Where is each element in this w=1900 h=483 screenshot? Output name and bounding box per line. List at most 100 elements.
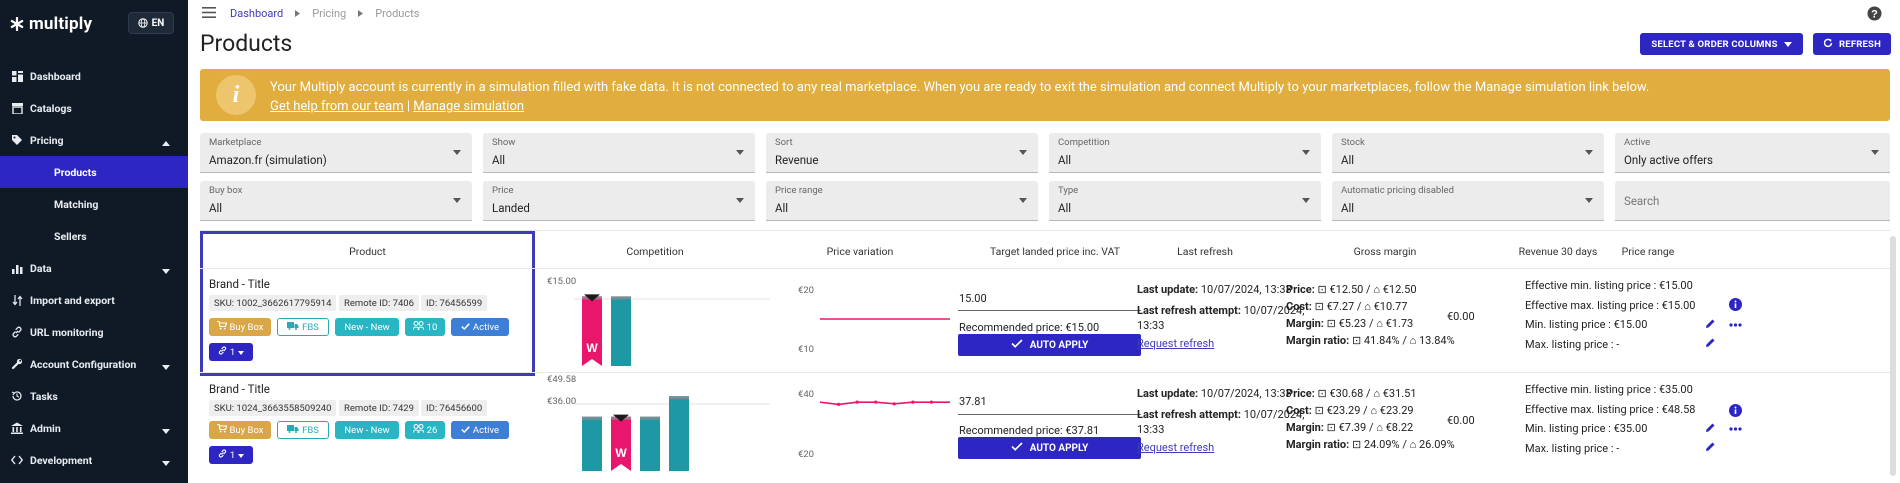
competition-chart[interactable]: W — [538, 374, 778, 474]
buy-box-badge[interactable]: Buy Box — [209, 318, 271, 336]
price-variation-chart[interactable] — [820, 283, 950, 355]
more-options-icon[interactable] — [1729, 317, 1742, 330]
brand-logo[interactable]: multiply — [10, 14, 92, 34]
edit-max-price-icon[interactable] — [1705, 441, 1716, 455]
column-header-target-price[interactable]: Target landed price inc. VAT — [955, 245, 1155, 258]
sidebar-item-development[interactable]: Development — [0, 444, 188, 476]
competitors-badge[interactable]: 10 — [405, 318, 445, 336]
links-dropdown-button[interactable]: 1 — [209, 446, 253, 464]
condition-badge[interactable]: New - New — [335, 318, 399, 336]
filter-type[interactable]: Type All — [1049, 181, 1321, 221]
column-header-product[interactable]: Product — [200, 245, 535, 258]
edit-min-price-icon[interactable] — [1705, 318, 1716, 332]
margin-price: Price: ⊡ €30.68 / ⌂ €31.51 — [1286, 387, 1417, 400]
select-columns-button[interactable]: SELECT & ORDER COLUMNS — [1640, 33, 1803, 55]
info-icon[interactable] — [1729, 298, 1742, 314]
active-badge[interactable]: Active — [451, 421, 509, 439]
info-icon[interactable] — [1729, 404, 1742, 420]
column-header-competition[interactable]: Competition — [540, 245, 770, 258]
competition-bar[interactable] — [669, 396, 689, 471]
competition-bar[interactable] — [611, 296, 631, 366]
edit-min-price-icon[interactable] — [1705, 422, 1716, 436]
filter-sort[interactable]: Sort Revenue — [766, 133, 1038, 173]
menu-icon[interactable] — [202, 7, 216, 21]
product-title[interactable]: Brand - Title — [209, 277, 270, 291]
price-point — [929, 400, 934, 404]
sidebar-item-sellers[interactable]: Sellers — [0, 220, 188, 252]
filter-stock[interactable]: Stock All — [1332, 133, 1604, 173]
competition-bar[interactable] — [640, 416, 660, 471]
sidebar-item-admin[interactable]: Admin — [0, 412, 188, 444]
column-header-last-refresh[interactable]: Last refresh — [1130, 245, 1280, 258]
buybox-winner-icon: W — [615, 446, 627, 460]
sidebar-item-products[interactable]: Products — [0, 156, 188, 188]
refresh-button[interactable]: REFRESH — [1813, 33, 1891, 55]
sidebar-item-catalogs[interactable]: Catalogs — [0, 92, 188, 124]
active-badge[interactable]: Active — [451, 318, 509, 336]
sidebar-item-data[interactable]: Data — [0, 252, 188, 284]
auto-apply-button[interactable]: AUTO APPLY — [958, 334, 1141, 356]
filter-price[interactable]: Price Landed — [483, 181, 755, 221]
buy-box-badge[interactable]: Buy Box — [209, 421, 271, 439]
request-refresh-link[interactable]: Request refresh — [1137, 441, 1214, 454]
competition-bar[interactable] — [582, 416, 602, 471]
breadcrumb-pricing[interactable]: Pricing — [312, 7, 346, 20]
links-dropdown-button[interactable]: 1 — [209, 343, 253, 361]
caret-down-icon — [736, 150, 744, 155]
column-header-gross-margin[interactable]: Gross margin — [1310, 245, 1460, 258]
home-icon: ⌂ — [1370, 404, 1378, 417]
effective-min-price: Effective min. listing price : €35.00 — [1525, 383, 1693, 396]
target-price[interactable]: 37.81 — [959, 395, 987, 408]
sidebar-item-account-configuration[interactable]: Account Configuration — [0, 348, 188, 380]
auto-apply-button[interactable]: AUTO APPLY — [958, 437, 1141, 459]
target-price[interactable]: 15.00 — [959, 292, 987, 305]
manage-simulation-link[interactable]: Manage simulation — [413, 99, 524, 114]
competition-bar[interactable]: W — [582, 294, 602, 366]
last-update: Last update: 10/07/2024, 13:33 — [1137, 283, 1292, 296]
fbs-badge[interactable]: FBS — [277, 421, 329, 439]
help-team-link[interactable]: Get help from our team — [270, 99, 404, 114]
sidebar-item-tasks[interactable]: Tasks — [0, 380, 188, 412]
sidebar-item-url-monitoring[interactable]: URL monitoring — [0, 316, 188, 348]
home-icon: ⌂ — [1409, 438, 1417, 451]
filter-competition[interactable]: Competition All — [1049, 133, 1321, 173]
asterisk-logo-icon — [10, 17, 24, 31]
price-variation-chart[interactable] — [820, 388, 950, 460]
column-header-price-variation[interactable]: Price variation — [790, 245, 930, 258]
sidebar-item-import-export[interactable]: Import and export — [0, 284, 188, 316]
condition-badge[interactable]: New - New — [335, 421, 399, 439]
table-scrollbar[interactable] — [1890, 236, 1896, 476]
tag-icon — [10, 133, 24, 147]
column-header-revenue[interactable]: Revenue 30 days — [1498, 245, 1618, 258]
filter-price-range[interactable]: Price range All — [766, 181, 1038, 221]
column-header-price-range[interactable]: Price range — [1618, 245, 1678, 258]
search-input[interactable]: Search — [1615, 181, 1890, 221]
filter-show[interactable]: Show All — [483, 133, 755, 173]
edit-max-price-icon[interactable] — [1705, 337, 1716, 351]
home-icon: ⌂ — [1373, 387, 1380, 400]
dashboard-icon — [10, 69, 24, 83]
margin-ratio: Margin ratio: ⊡ 41.84% / ⌂ 13.84% — [1286, 334, 1455, 347]
product-title[interactable]: Brand - Title — [209, 382, 270, 396]
more-options-icon[interactable] — [1729, 421, 1742, 434]
box-icon: ⊡ — [1351, 334, 1362, 347]
sidebar-item-matching[interactable]: Matching — [0, 188, 188, 220]
language-label: EN — [151, 17, 165, 29]
help-icon[interactable]: ? — [1867, 6, 1882, 24]
breadcrumb-dashboard[interactable]: Dashboard — [230, 7, 283, 20]
filter-marketplace[interactable]: Marketplace Amazon.fr (simulation) — [200, 133, 472, 173]
filter-automatic-pricing-disabled[interactable]: Automatic pricing disabled All — [1332, 181, 1604, 221]
language-button[interactable]: EN — [128, 12, 174, 34]
sidebar-item-pricing[interactable]: Pricing — [0, 124, 188, 156]
filter-buy-box[interactable]: Buy box All — [200, 181, 472, 221]
sidebar-item-dashboard[interactable]: Dashboard — [0, 60, 188, 92]
top-bar: Dashboard Pricing Products ? — [188, 0, 1900, 28]
request-refresh-link[interactable]: Request refresh — [1137, 337, 1214, 350]
code-icon — [10, 453, 24, 467]
fbs-badge[interactable]: FBS — [277, 318, 329, 336]
competition-bar[interactable]: W — [611, 414, 631, 471]
header-divider — [200, 268, 1890, 269]
competitors-badge[interactable]: 26 — [405, 421, 445, 439]
competition-chart[interactable]: W — [538, 269, 778, 369]
filter-active[interactable]: Active Only active offers — [1615, 133, 1890, 173]
